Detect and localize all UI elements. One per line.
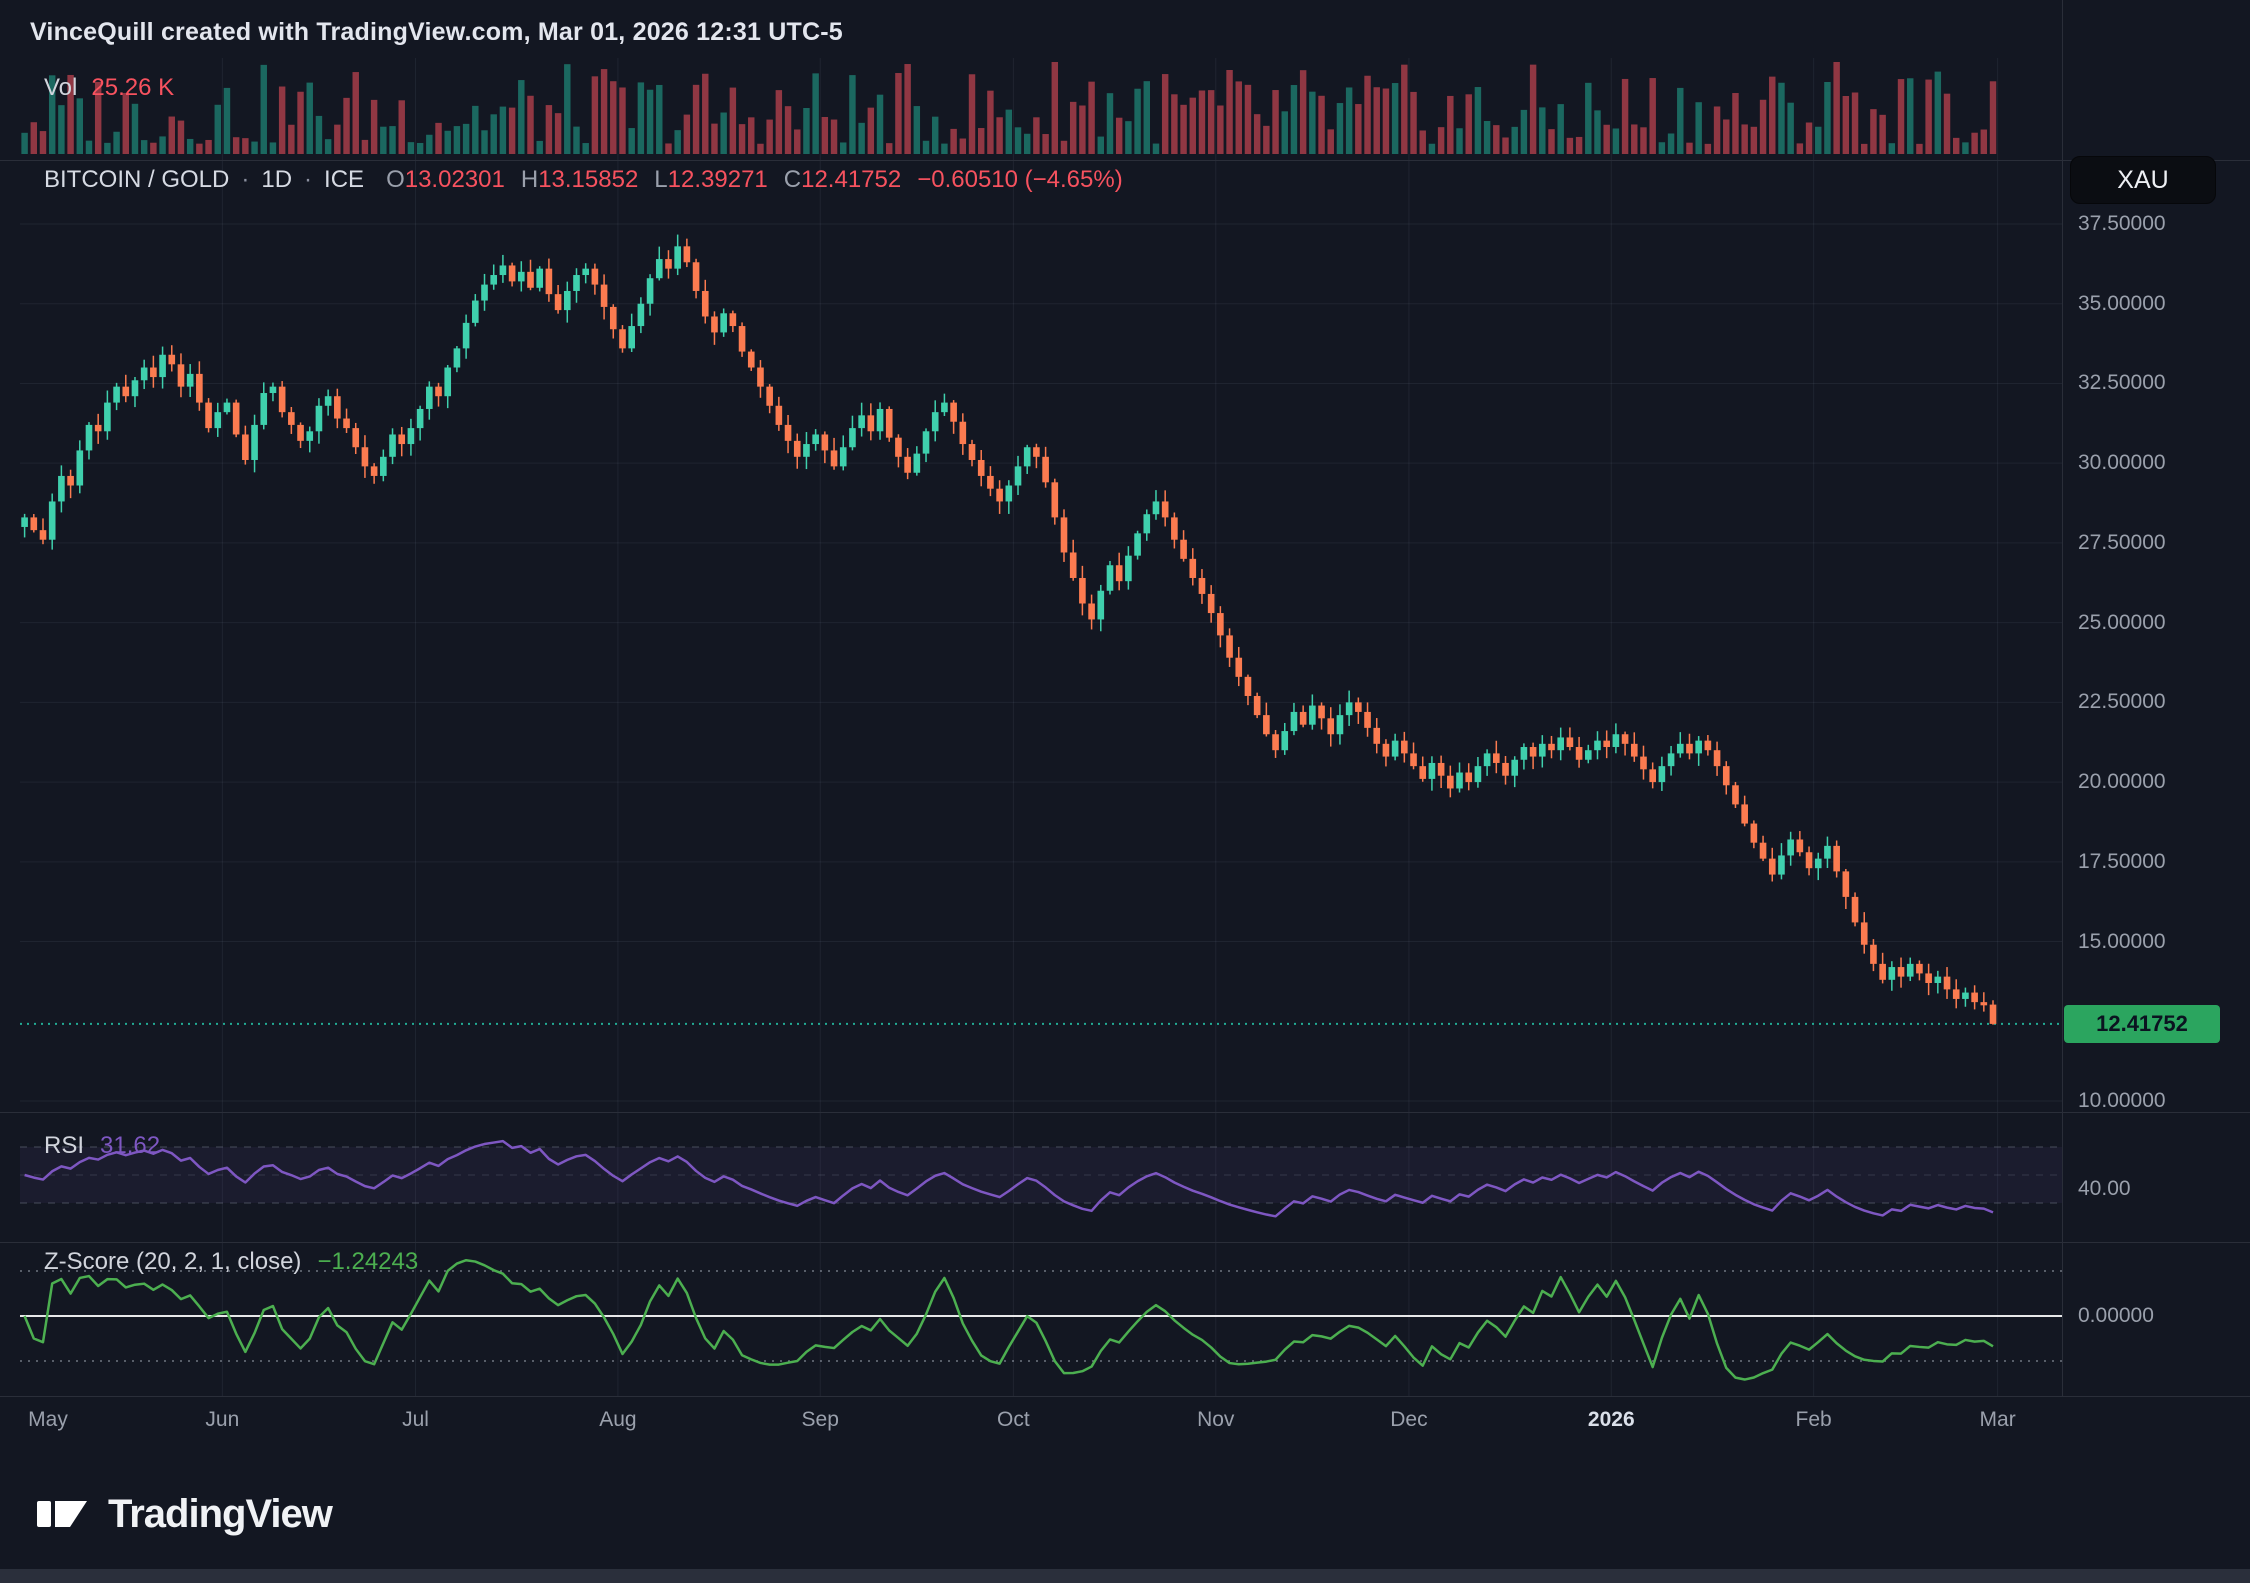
- price-axis-label: 15.00000: [2078, 930, 2166, 954]
- price-axis-label: 27.50000: [2078, 531, 2166, 555]
- price-axis-label: 10.00000: [2078, 1089, 2166, 1113]
- change-value: −0.60510 (−4.65%): [917, 166, 1123, 194]
- time-axis-label: Jul: [402, 1408, 429, 1432]
- chart-canvas[interactable]: [0, 0, 2250, 1583]
- ohlc-readout: O13.02301 H13.15852 L12.39271 C12.41752 …: [386, 166, 1123, 194]
- rsi-title[interactable]: RSI: [44, 1132, 84, 1160]
- open-key: O: [386, 166, 405, 193]
- zscore-axis-label: 0.00000: [2078, 1304, 2154, 1328]
- volume-legend: Vol 25.26 K: [44, 74, 174, 102]
- volume-bars: [21, 62, 1996, 154]
- price-axis-label: 32.50000: [2078, 371, 2166, 395]
- exchange-label: ICE: [324, 166, 364, 194]
- open-value: 13.02301: [405, 166, 505, 193]
- time-axis-label: Aug: [599, 1408, 636, 1432]
- price-axis-label: 30.00000: [2078, 451, 2166, 475]
- volume-label: Vol: [44, 74, 77, 102]
- time-axis-label: Nov: [1197, 1408, 1234, 1432]
- tradingview-logo[interactable]: TradingView: [34, 1486, 332, 1542]
- time-axis-label: Dec: [1390, 1408, 1427, 1432]
- tradingview-wordmark: TradingView: [108, 1492, 332, 1537]
- time-axis-label: 2026: [1588, 1408, 1635, 1432]
- legend-separator: ·: [241, 166, 249, 194]
- close-value: 12.41752: [801, 166, 901, 193]
- candles: [21, 235, 1996, 1025]
- tradingview-chart-window: VinceQuill created with TradingView.com,…: [0, 0, 2250, 1583]
- low-key: L: [654, 166, 667, 193]
- rsi-value: 31.62: [100, 1132, 160, 1160]
- high-value: 13.15852: [538, 166, 638, 193]
- time-axis-label: Jun: [205, 1408, 239, 1432]
- zscore-value: −1.24243: [317, 1248, 418, 1276]
- zscore-title[interactable]: Z-Score (20, 2, 1, close): [44, 1248, 301, 1276]
- time-axis-label: Sep: [802, 1408, 839, 1432]
- price-axis-label: 37.50000: [2078, 212, 2166, 236]
- rsi-legend: RSI 31.62: [44, 1132, 160, 1160]
- close-key: C: [784, 166, 801, 193]
- zscore-legend: Z-Score (20, 2, 1, close) −1.24243: [44, 1248, 418, 1276]
- high-key: H: [521, 166, 538, 193]
- price-axis-label: 20.00000: [2078, 770, 2166, 794]
- price-axis-label: 35.00000: [2078, 292, 2166, 316]
- bottom-strip: [0, 1569, 2250, 1583]
- legend-separator: ·: [304, 166, 312, 194]
- time-axis-label: Mar: [1980, 1408, 2016, 1432]
- symbol-title[interactable]: BITCOIN / GOLD: [44, 166, 229, 194]
- price-axis-label: 25.00000: [2078, 611, 2166, 635]
- low-value: 12.39271: [668, 166, 768, 193]
- time-axis-label: Feb: [1796, 1408, 1832, 1432]
- interval-label[interactable]: 1D: [261, 166, 292, 194]
- volume-value: 25.26 K: [91, 74, 174, 102]
- price-axis-label: 22.50000: [2078, 690, 2166, 714]
- rsi-band: [20, 1147, 2062, 1203]
- rsi-axis-label: 40.00: [2078, 1177, 2131, 1201]
- time-axis[interactable]: [0, 1397, 2062, 1445]
- tradingview-logo-icon: [34, 1486, 90, 1542]
- zscore-line: [25, 1260, 1993, 1379]
- time-axis-label: Oct: [997, 1408, 1030, 1432]
- price-axis-label: 17.50000: [2078, 850, 2166, 874]
- symbol-legend: BITCOIN / GOLD · 1D · ICE O13.02301 H13.…: [44, 166, 1123, 194]
- time-axis-label: May: [28, 1408, 68, 1432]
- chart-credit: VinceQuill created with TradingView.com,…: [30, 18, 843, 47]
